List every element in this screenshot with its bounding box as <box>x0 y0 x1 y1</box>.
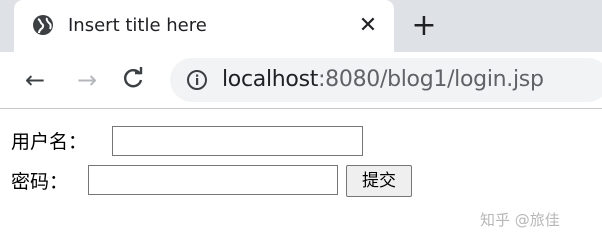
browser-toolbar: ← → localhost:8080/blog1/login.jsp <box>0 52 602 109</box>
submit-button[interactable]: 提交 <box>346 165 412 197</box>
password-label: 密码： <box>11 171 69 193</box>
username-label: 用户名： <box>11 131 88 153</box>
browser-tab[interactable]: Insert title here ✕ <box>14 0 394 52</box>
address-bar[interactable]: localhost:8080/blog1/login.jsp <box>170 58 602 102</box>
url-text[interactable]: localhost:8080/blog1/login.jsp <box>222 67 544 93</box>
info-icon[interactable] <box>186 69 208 91</box>
password-input[interactable] <box>88 165 338 195</box>
username-input[interactable] <box>112 126 363 156</box>
url-path: :8080/blog1/login.jsp <box>318 67 544 92</box>
forward-button[interactable]: → <box>72 65 102 95</box>
new-tab-button[interactable]: + <box>408 10 440 42</box>
page-content: 用户名： 密码： 提交 知乎 @旅佳 <box>0 109 602 247</box>
reload-button[interactable] <box>118 65 148 95</box>
url-host: localhost <box>222 67 319 92</box>
reload-icon <box>124 67 143 88</box>
tab-title: Insert title here <box>68 15 207 36</box>
tab-strip: Insert title here ✕ + <box>0 0 602 52</box>
watermark: 知乎 @旅佳 <box>480 211 560 229</box>
tab-close-icon[interactable]: ✕ <box>354 12 382 40</box>
back-button[interactable]: ← <box>20 65 50 95</box>
globe-icon <box>32 14 54 36</box>
